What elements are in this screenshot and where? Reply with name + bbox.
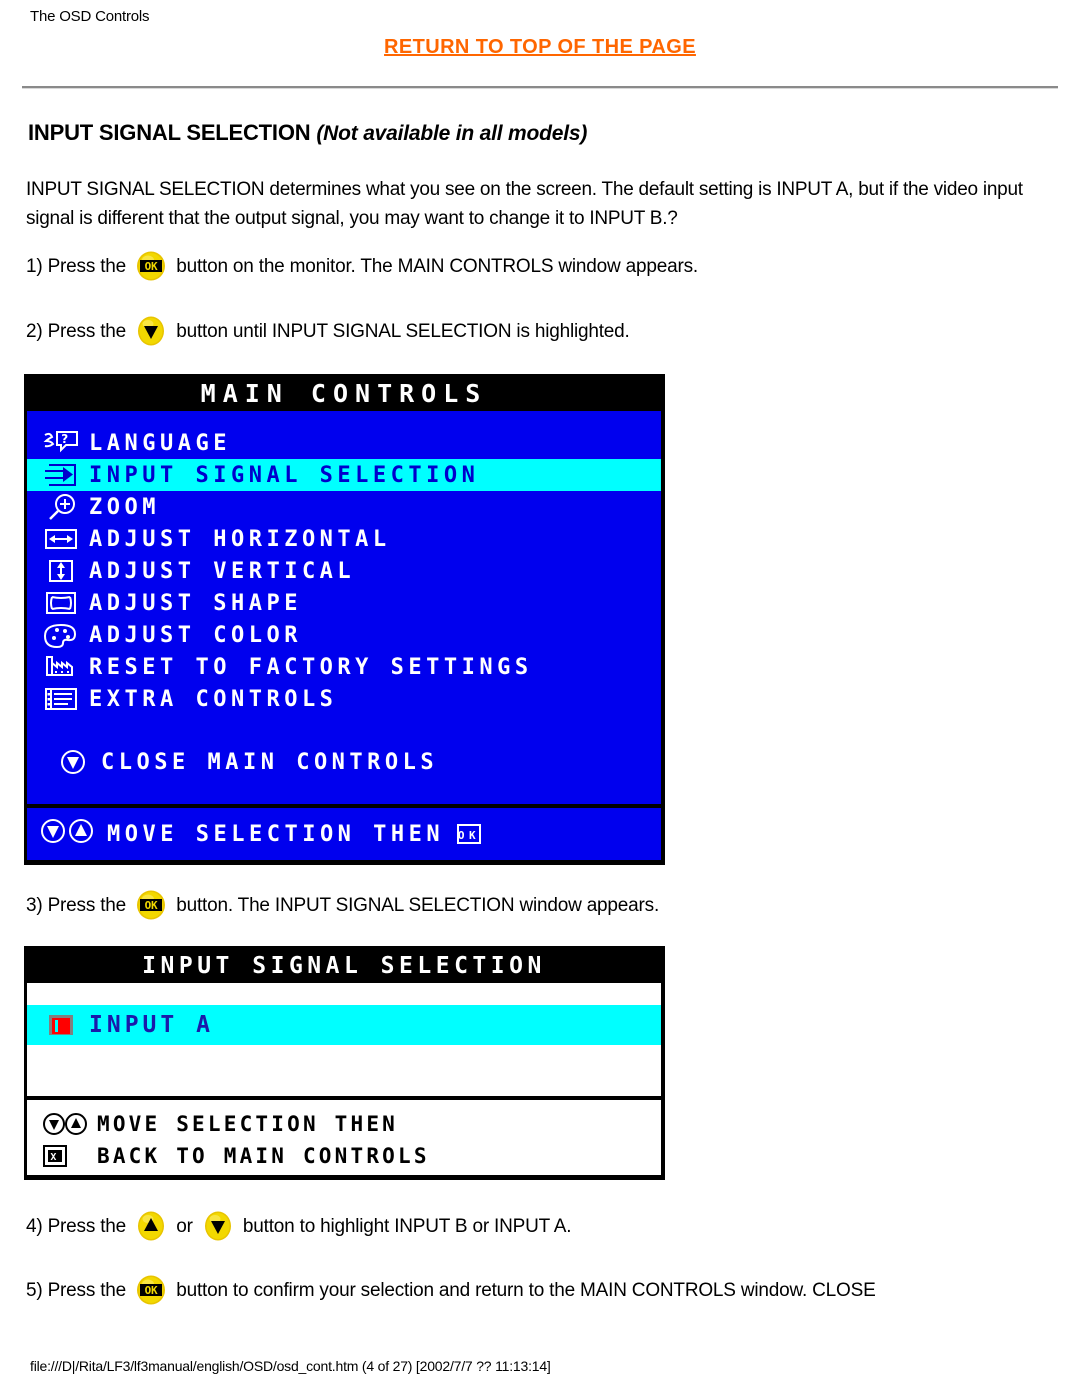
step-2-text-after: button until INPUT SIGNAL SELECTION is h… bbox=[176, 321, 630, 342]
osd-item-label: INPUT SIGNAL SELECTION bbox=[89, 462, 480, 488]
down-arrow-circle-icon bbox=[39, 817, 67, 851]
osd-item-label: LANGUAGE bbox=[89, 430, 231, 456]
ok-button-icon[interactable]: OK bbox=[134, 890, 168, 920]
input-signal-icon bbox=[35, 460, 87, 490]
svg-text:OK: OK bbox=[145, 260, 158, 273]
osd-input-footer-line-1: MOVE SELECTION THEN bbox=[27, 1108, 661, 1140]
ok-button-icon[interactable]: OK bbox=[134, 251, 168, 281]
section-intro-paragraph: INPUT SIGNAL SELECTION determines what y… bbox=[26, 179, 1023, 229]
down-button-icon[interactable] bbox=[201, 1211, 235, 1241]
ok-button-icon[interactable]: OK bbox=[134, 1275, 168, 1305]
osd-item-input-a[interactable]: INPUT A bbox=[27, 1005, 661, 1045]
osd-input-footer-line-2: X BACK TO MAIN CONTROLS bbox=[27, 1140, 661, 1172]
up-button-icon[interactable] bbox=[134, 1211, 168, 1241]
step-2: 2) Press the button until INPUT SIGNAL S… bbox=[26, 316, 630, 346]
step-5-text-before: 5) Press the bbox=[26, 1280, 127, 1301]
section-heading-main: INPUT SIGNAL SELECTION bbox=[28, 120, 311, 145]
ok-button-icon: OK bbox=[456, 822, 482, 846]
up-arrow-circle-icon bbox=[67, 817, 95, 851]
osd-item-adjust-vertical[interactable]: ADJUST VERTICAL bbox=[27, 555, 661, 587]
osd-input-signal-selection-panel: INPUT SIGNAL SELECTION INPUT A MOVE SELE… bbox=[24, 946, 665, 1180]
input-a-icon bbox=[35, 1010, 87, 1040]
language-icon: ? bbox=[35, 428, 87, 458]
osd-item-label: ADJUST SHAPE bbox=[89, 590, 302, 616]
return-to-top-link[interactable]: RETURN TO TOP OF THE PAGE bbox=[384, 36, 696, 58]
osd-item-label: EXTRA CONTROLS bbox=[89, 686, 338, 712]
adjust-horizontal-icon bbox=[35, 524, 87, 554]
adjust-shape-icon bbox=[35, 588, 87, 618]
down-arrow-circle-icon bbox=[47, 747, 99, 777]
osd-main-controls-panel: MAIN CONTROLS ? LANGUAGE INPUT SIGNAL SE… bbox=[24, 374, 665, 865]
osd-input-footer: MOVE SELECTION THEN X BACK TO MAIN CONTR… bbox=[27, 1096, 661, 1175]
osd-item-zoom[interactable]: ZOOM bbox=[27, 491, 661, 523]
svg-text:OK: OK bbox=[458, 829, 480, 842]
down-button-icon[interactable] bbox=[134, 316, 168, 346]
step-1: 1) Press the OK button on the monitor. T… bbox=[26, 251, 698, 281]
step-5: 5) Press the OK button to confirm your s… bbox=[26, 1275, 876, 1305]
step-3: 3) Press the OK button. The INPUT SIGNAL… bbox=[26, 890, 659, 920]
osd-main-title: MAIN CONTROLS bbox=[27, 377, 661, 411]
osd-input-footer-label-1: MOVE SELECTION THEN bbox=[97, 1112, 399, 1136]
osd-item-adjust-shape[interactable]: ADJUST SHAPE bbox=[27, 587, 661, 619]
section-heading-note: (Not available in all models) bbox=[316, 122, 588, 145]
svg-text:OK: OK bbox=[145, 899, 158, 912]
svg-text:?: ? bbox=[61, 432, 72, 446]
step-4-text-before: 4) Press the bbox=[26, 1216, 127, 1237]
horizontal-rule bbox=[22, 86, 1058, 89]
osd-item-label: ADJUST COLOR bbox=[89, 622, 302, 648]
back-button-icon: X bbox=[39, 1141, 97, 1171]
osd-main-body: ? LANGUAGE INPUT SIGNAL SELECTION ZOOM A… bbox=[27, 411, 661, 779]
page-title: The OSD Controls bbox=[30, 8, 150, 25]
osd-footer-arrow-icons bbox=[39, 817, 95, 851]
osd-item-label: ADJUST VERTICAL bbox=[89, 558, 356, 584]
footer-file-path: file:///D|/Rita/LF3/lf3manual/english/OS… bbox=[30, 1358, 551, 1374]
step-1-text-after: button on the monitor. The MAIN CONTROLS… bbox=[176, 256, 698, 277]
osd-item-reset-factory-settings[interactable]: RESET TO FACTORY SETTINGS bbox=[27, 651, 661, 683]
osd-main-footer: MOVE SELECTION THEN OK bbox=[27, 804, 661, 860]
osd-item-adjust-color[interactable]: ADJUST COLOR bbox=[27, 619, 661, 651]
osd-item-label: INPUT A bbox=[89, 1012, 214, 1038]
adjust-vertical-icon bbox=[35, 556, 87, 586]
osd-item-input-signal-selection[interactable]: INPUT SIGNAL SELECTION bbox=[27, 459, 661, 491]
step-4: 4) Press the or button to highlight INPU… bbox=[26, 1211, 571, 1241]
step-5-text-after: button to confirm your selection and ret… bbox=[176, 1280, 876, 1301]
step-3-text-before: 3) Press the bbox=[26, 895, 127, 916]
osd-item-extra-controls[interactable]: EXTRA CONTROLS bbox=[27, 683, 661, 715]
step-4-text-after: button to highlight INPUT B or INPUT A. bbox=[242, 1216, 572, 1237]
osd-item-label: CLOSE MAIN CONTROLS bbox=[101, 749, 439, 775]
svg-text:OK: OK bbox=[145, 1284, 158, 1297]
move-arrows-icon bbox=[39, 1109, 97, 1139]
osd-footer-label: MOVE SELECTION THEN bbox=[107, 821, 445, 847]
osd-item-close-main-controls[interactable]: CLOSE MAIN CONTROLS bbox=[27, 745, 661, 779]
return-to-top-row: RETURN TO TOP OF THE PAGE bbox=[0, 36, 1080, 59]
factory-reset-icon bbox=[35, 652, 87, 682]
osd-item-label: RESET TO FACTORY SETTINGS bbox=[89, 654, 533, 680]
osd-input-title: INPUT SIGNAL SELECTION bbox=[27, 949, 661, 983]
zoom-icon bbox=[35, 492, 87, 522]
osd-item-language[interactable]: ? LANGUAGE bbox=[27, 427, 661, 459]
step-1-text-before: 1) Press the bbox=[26, 256, 127, 277]
section-heading: INPUT SIGNAL SELECTION (Not available in… bbox=[28, 120, 587, 146]
step-2-text-before: 2) Press the bbox=[26, 321, 127, 342]
svg-text:X: X bbox=[50, 1152, 59, 1163]
step-4-text-middle: or bbox=[176, 1216, 193, 1237]
extra-controls-icon bbox=[35, 684, 87, 714]
step-3-text-after: button. The INPUT SIGNAL SELECTION windo… bbox=[176, 895, 660, 916]
osd-item-label: ZOOM bbox=[89, 494, 160, 520]
osd-input-body: INPUT A bbox=[27, 983, 661, 1098]
osd-item-label: ADJUST HORIZONTAL bbox=[89, 526, 391, 552]
adjust-color-icon bbox=[35, 620, 87, 650]
osd-input-footer-label-2: BACK TO MAIN CONTROLS bbox=[97, 1144, 430, 1168]
osd-item-adjust-horizontal[interactable]: ADJUST HORIZONTAL bbox=[27, 523, 661, 555]
